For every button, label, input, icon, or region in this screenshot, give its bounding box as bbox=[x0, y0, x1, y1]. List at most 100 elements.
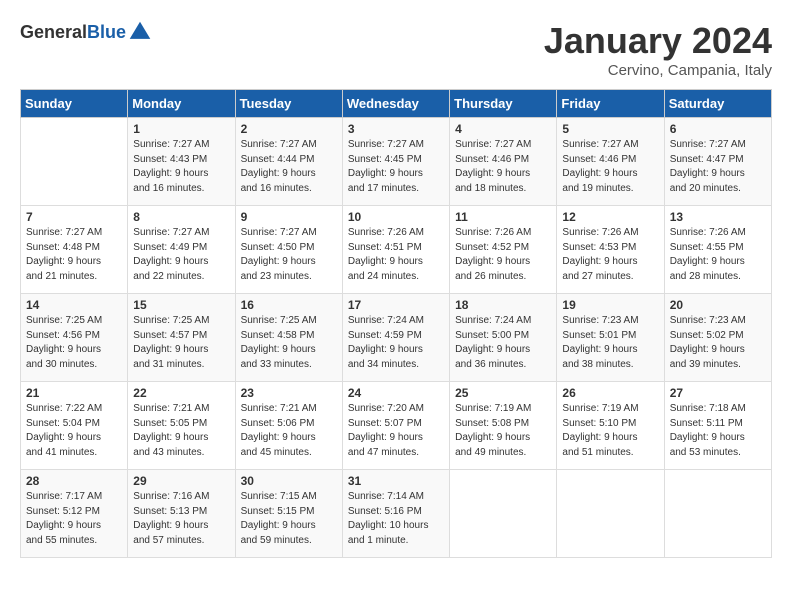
day-number: 18 bbox=[455, 298, 551, 312]
day-number: 5 bbox=[562, 122, 658, 136]
day-cell: 29 Sunrise: 7:16 AMSunset: 5:13 PMDayligh… bbox=[128, 470, 235, 558]
header-cell-monday: Monday bbox=[128, 90, 235, 118]
day-cell: 25Sunrise: 7:19 AMSunset: 5:08 PMDayligh… bbox=[450, 382, 557, 470]
day-cell: 28Sunrise: 7:17 AMSunset: 5:12 PMDayligh… bbox=[21, 470, 128, 558]
header-cell-sunday: Sunday bbox=[21, 90, 128, 118]
day-info: Sunrise: 7:21 AMSunset: 5:05 PMDaylight:… bbox=[133, 402, 229, 460]
day-info: Sunrise: 7:18 AMSunset: 5:11 PMDaylight:… bbox=[670, 402, 766, 460]
day-info: Sunrise: 7:14 AMSunset: 5:16 PMDaylight:… bbox=[348, 490, 444, 548]
day-number: 1 bbox=[133, 122, 229, 136]
location: Cervino, Campania, Italy bbox=[544, 62, 772, 79]
day-number: 31 bbox=[348, 474, 444, 488]
day-info: Sunrise: 7:27 AMSunset: 4:45 PMDaylight:… bbox=[348, 138, 444, 196]
day-number: 14 bbox=[26, 298, 122, 312]
day-number: 11 bbox=[455, 210, 551, 224]
calendar-body: 1 Sunrise: 7:27 AMSunset: 4:43 PMDaylight… bbox=[21, 118, 772, 558]
day-info: Sunrise: 7:20 AMSunset: 5:07 PMDaylight:… bbox=[348, 402, 444, 460]
week-row-3: 14 Sunrise: 7:25 AMSunset: 4:56 PMDayligh… bbox=[21, 294, 772, 382]
day-cell: 17Sunrise: 7:24 AMSunset: 4:59 PMDayligh… bbox=[342, 294, 449, 382]
week-row-1: 1 Sunrise: 7:27 AMSunset: 4:43 PMDaylight… bbox=[21, 118, 772, 206]
day-info: Sunrise: 7:21 AMSunset: 5:06 PMDaylight:… bbox=[241, 402, 337, 460]
day-info: Sunrise: 7:26 AMSunset: 4:52 PMDaylight:… bbox=[455, 226, 551, 284]
day-number: 7 bbox=[26, 210, 122, 224]
day-info: Sunrise: 7:23 AMSunset: 5:02 PMDaylight:… bbox=[670, 314, 766, 372]
day-info: Sunrise: 7:27 AMSunset: 4:43 PMDaylight:… bbox=[133, 138, 229, 196]
day-info: Sunrise: 7:26 AMSunset: 4:51 PMDaylight:… bbox=[348, 226, 444, 284]
day-number: 20 bbox=[670, 298, 766, 312]
day-cell: 2 Sunrise: 7:27 AMSunset: 4:44 PMDaylight… bbox=[235, 118, 342, 206]
header-cell-tuesday: Tuesday bbox=[235, 90, 342, 118]
day-cell: 27 Sunrise: 7:18 AMSunset: 5:11 PMDayligh… bbox=[664, 382, 771, 470]
header-cell-friday: Friday bbox=[557, 90, 664, 118]
day-cell bbox=[21, 118, 128, 206]
day-cell: 9 Sunrise: 7:27 AMSunset: 4:50 PMDaylight… bbox=[235, 206, 342, 294]
day-cell: 22 Sunrise: 7:21 AMSunset: 5:05 PMDayligh… bbox=[128, 382, 235, 470]
logo-icon bbox=[128, 20, 152, 44]
day-info: Sunrise: 7:25 AMSunset: 4:58 PMDaylight:… bbox=[241, 314, 337, 372]
day-number: 4 bbox=[455, 122, 551, 136]
day-cell: 23 Sunrise: 7:21 AMSunset: 5:06 PMDayligh… bbox=[235, 382, 342, 470]
day-cell bbox=[664, 470, 771, 558]
day-number: 6 bbox=[670, 122, 766, 136]
header-cell-saturday: Saturday bbox=[664, 90, 771, 118]
day-cell: 14 Sunrise: 7:25 AMSunset: 4:56 PMDayligh… bbox=[21, 294, 128, 382]
logo: GeneralBlue bbox=[20, 20, 152, 44]
day-cell: 8 Sunrise: 7:27 AMSunset: 4:49 PMDaylight… bbox=[128, 206, 235, 294]
day-cell: 3 Sunrise: 7:27 AMSunset: 4:45 PMDaylight… bbox=[342, 118, 449, 206]
day-number: 29 bbox=[133, 474, 229, 488]
day-cell: 10 Sunrise: 7:26 AMSunset: 4:51 PMDayligh… bbox=[342, 206, 449, 294]
day-number: 26 bbox=[562, 386, 658, 400]
day-cell: 30Sunrise: 7:15 AMSunset: 5:15 PMDayligh… bbox=[235, 470, 342, 558]
day-cell: 12Sunrise: 7:26 AMSunset: 4:53 PMDayligh… bbox=[557, 206, 664, 294]
day-cell: 13 Sunrise: 7:26 AMSunset: 4:55 PMDayligh… bbox=[664, 206, 771, 294]
day-info: Sunrise: 7:25 AMSunset: 4:57 PMDaylight:… bbox=[133, 314, 229, 372]
day-number: 21 bbox=[26, 386, 122, 400]
day-cell: 26 Sunrise: 7:19 AMSunset: 5:10 PMDayligh… bbox=[557, 382, 664, 470]
day-number: 30 bbox=[241, 474, 337, 488]
day-number: 3 bbox=[348, 122, 444, 136]
week-row-4: 21 Sunrise: 7:22 AMSunset: 5:04 PMDayligh… bbox=[21, 382, 772, 470]
day-number: 22 bbox=[133, 386, 229, 400]
day-cell: 19Sunrise: 7:23 AMSunset: 5:01 PMDayligh… bbox=[557, 294, 664, 382]
week-row-5: 28Sunrise: 7:17 AMSunset: 5:12 PMDayligh… bbox=[21, 470, 772, 558]
calendar-table: SundayMondayTuesdayWednesdayThursdayFrid… bbox=[20, 89, 772, 558]
day-info: Sunrise: 7:27 AMSunset: 4:50 PMDaylight:… bbox=[241, 226, 337, 284]
day-number: 2 bbox=[241, 122, 337, 136]
day-number: 28 bbox=[26, 474, 122, 488]
day-cell: 11 Sunrise: 7:26 AMSunset: 4:52 PMDayligh… bbox=[450, 206, 557, 294]
day-number: 9 bbox=[241, 210, 337, 224]
day-info: Sunrise: 7:19 AMSunset: 5:08 PMDaylight:… bbox=[455, 402, 551, 460]
day-info: Sunrise: 7:22 AMSunset: 5:04 PMDaylight:… bbox=[26, 402, 122, 460]
day-cell: 31 Sunrise: 7:14 AMSunset: 5:16 PMDayligh… bbox=[342, 470, 449, 558]
day-cell: 21 Sunrise: 7:22 AMSunset: 5:04 PMDayligh… bbox=[21, 382, 128, 470]
title-section: January 2024 Cervino, Campania, Italy bbox=[544, 20, 772, 79]
day-cell: 7Sunrise: 7:27 AMSunset: 4:48 PMDaylight… bbox=[21, 206, 128, 294]
day-cell: 4 Sunrise: 7:27 AMSunset: 4:46 PMDaylight… bbox=[450, 118, 557, 206]
day-cell: 5Sunrise: 7:27 AMSunset: 4:46 PMDaylight… bbox=[557, 118, 664, 206]
day-cell: 1 Sunrise: 7:27 AMSunset: 4:43 PMDaylight… bbox=[128, 118, 235, 206]
day-info: Sunrise: 7:27 AMSunset: 4:49 PMDaylight:… bbox=[133, 226, 229, 284]
day-info: Sunrise: 7:27 AMSunset: 4:46 PMDaylight:… bbox=[455, 138, 551, 196]
day-number: 10 bbox=[348, 210, 444, 224]
day-number: 13 bbox=[670, 210, 766, 224]
day-cell: 24Sunrise: 7:20 AMSunset: 5:07 PMDayligh… bbox=[342, 382, 449, 470]
header-cell-thursday: Thursday bbox=[450, 90, 557, 118]
day-cell: 16Sunrise: 7:25 AMSunset: 4:58 PMDayligh… bbox=[235, 294, 342, 382]
day-info: Sunrise: 7:27 AMSunset: 4:44 PMDaylight:… bbox=[241, 138, 337, 196]
day-cell: 18Sunrise: 7:24 AMSunset: 5:00 PMDayligh… bbox=[450, 294, 557, 382]
day-info: Sunrise: 7:26 AMSunset: 4:55 PMDaylight:… bbox=[670, 226, 766, 284]
day-info: Sunrise: 7:19 AMSunset: 5:10 PMDaylight:… bbox=[562, 402, 658, 460]
day-number: 12 bbox=[562, 210, 658, 224]
day-info: Sunrise: 7:27 AMSunset: 4:47 PMDaylight:… bbox=[670, 138, 766, 196]
day-number: 8 bbox=[133, 210, 229, 224]
month-title: January 2024 bbox=[544, 20, 772, 62]
day-number: 27 bbox=[670, 386, 766, 400]
day-number: 23 bbox=[241, 386, 337, 400]
day-info: Sunrise: 7:16 AMSunset: 5:13 PMDaylight:… bbox=[133, 490, 229, 548]
header-cell-wednesday: Wednesday bbox=[342, 90, 449, 118]
week-row-2: 7Sunrise: 7:27 AMSunset: 4:48 PMDaylight… bbox=[21, 206, 772, 294]
day-info: Sunrise: 7:25 AMSunset: 4:56 PMDaylight:… bbox=[26, 314, 122, 372]
day-number: 15 bbox=[133, 298, 229, 312]
page-header: GeneralBlue January 2024 Cervino, Campan… bbox=[20, 20, 772, 79]
calendar-header: SundayMondayTuesdayWednesdayThursdayFrid… bbox=[21, 90, 772, 118]
